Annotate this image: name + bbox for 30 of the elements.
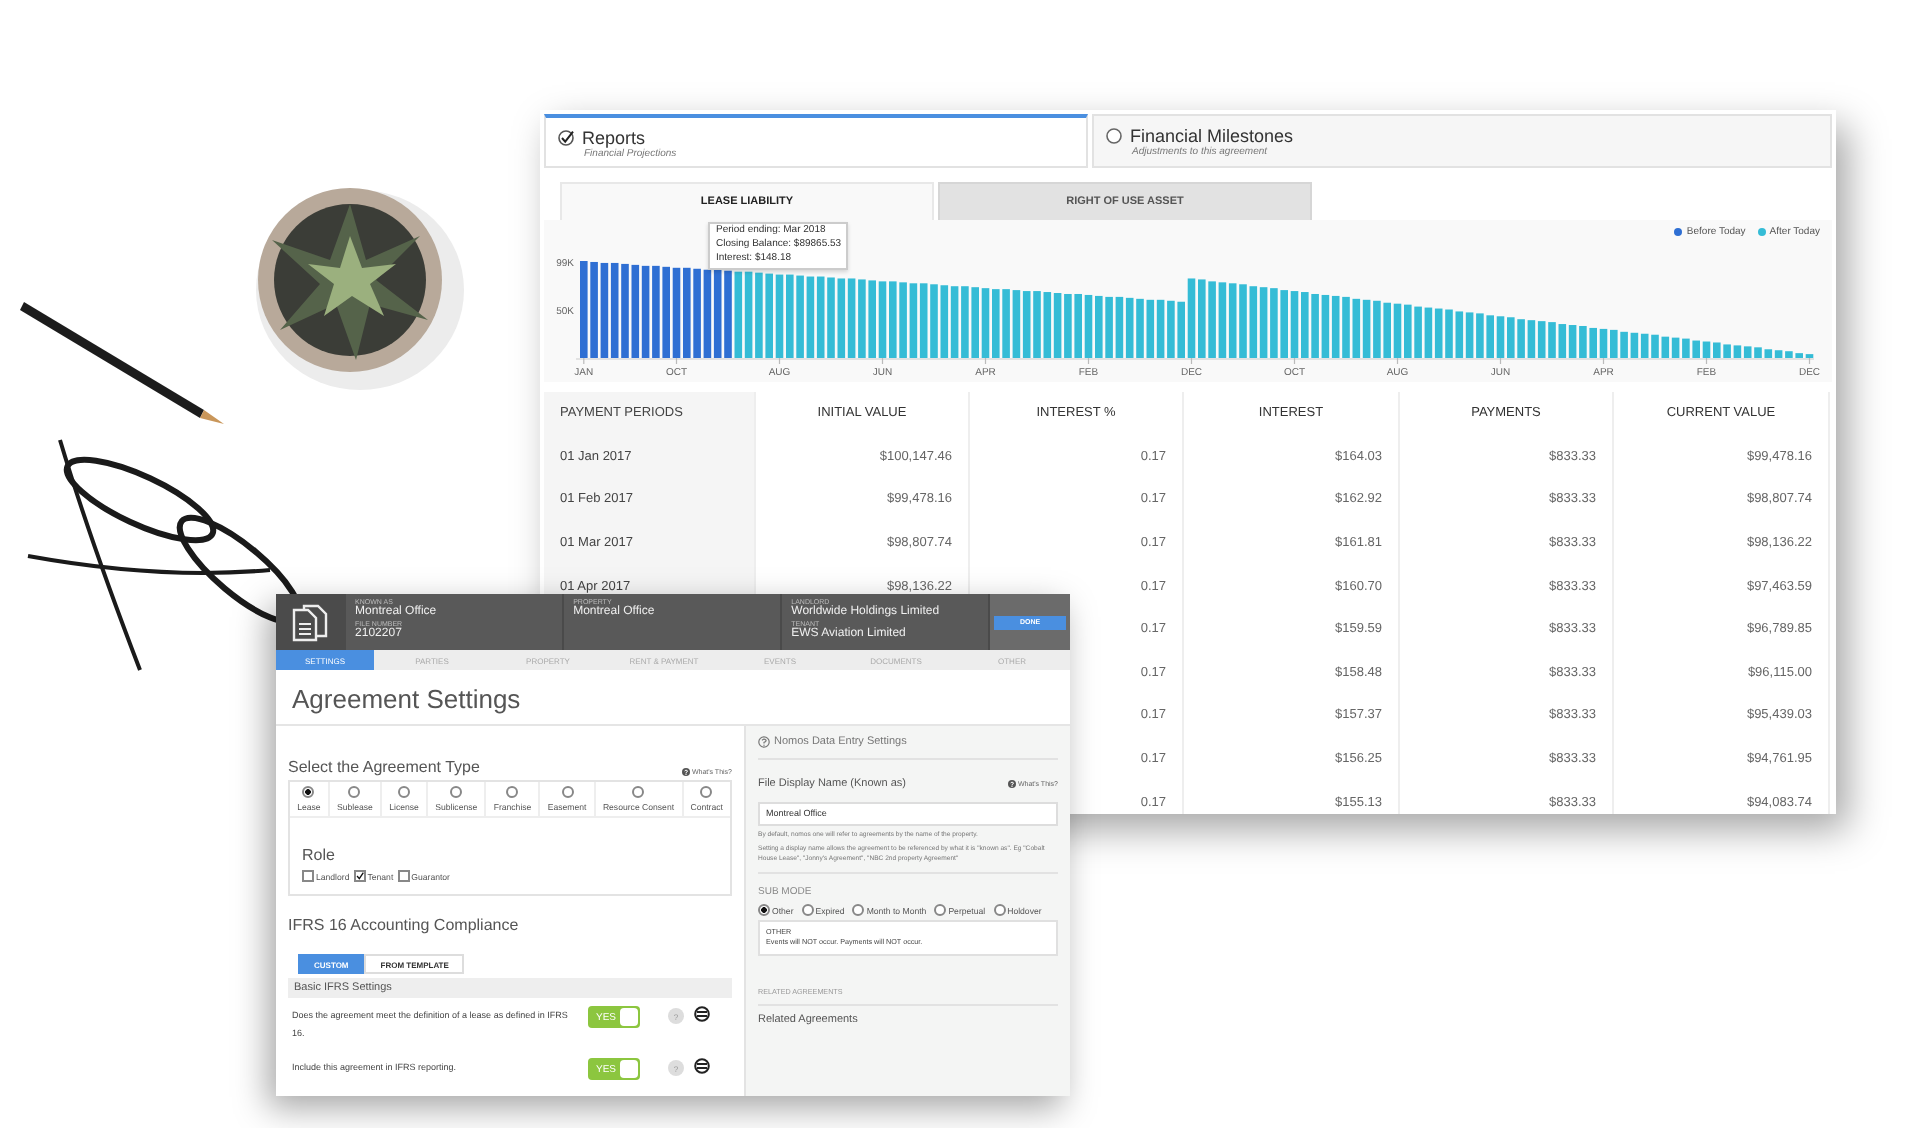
- radio-button[interactable]: [801, 904, 814, 916]
- radio-button[interactable]: [993, 904, 1006, 916]
- radio-button[interactable]: [506, 786, 519, 798]
- checkbox[interactable]: [353, 870, 366, 882]
- help-icon: [681, 768, 690, 776]
- radio-button[interactable]: [561, 786, 574, 798]
- check-circle-icon: [558, 130, 574, 146]
- radio-button[interactable]: [348, 786, 361, 798]
- checkbox[interactable]: [397, 870, 410, 882]
- section-heading: IFRS 16 Accounting Compliance: [288, 916, 521, 934]
- documents-icon: [290, 602, 331, 642]
- radio-button[interactable]: [934, 904, 947, 916]
- radio-icon: [1106, 128, 1122, 144]
- radio-button[interactable]: [758, 904, 770, 916]
- tab-title: Reports: [582, 128, 648, 148]
- radio-button[interactable]: [450, 786, 463, 798]
- check-icon: [355, 870, 364, 882]
- section-heading: Select the Agreement Type: [288, 758, 480, 776]
- section-heading: Role: [302, 846, 337, 864]
- radio-button[interactable]: [398, 786, 411, 798]
- radio-button[interactable]: [632, 786, 645, 798]
- radio-button[interactable]: [700, 786, 713, 798]
- striped-circle-icon: [694, 1058, 710, 1074]
- help-icon: [1007, 780, 1016, 788]
- striped-circle-icon: [694, 1006, 710, 1022]
- radio-button[interactable]: [852, 904, 865, 916]
- help-icon: [758, 736, 770, 748]
- checkbox[interactable]: [302, 870, 314, 882]
- tab-title: Financial Milestones: [1130, 126, 1294, 146]
- radio-button[interactable]: [302, 786, 315, 798]
